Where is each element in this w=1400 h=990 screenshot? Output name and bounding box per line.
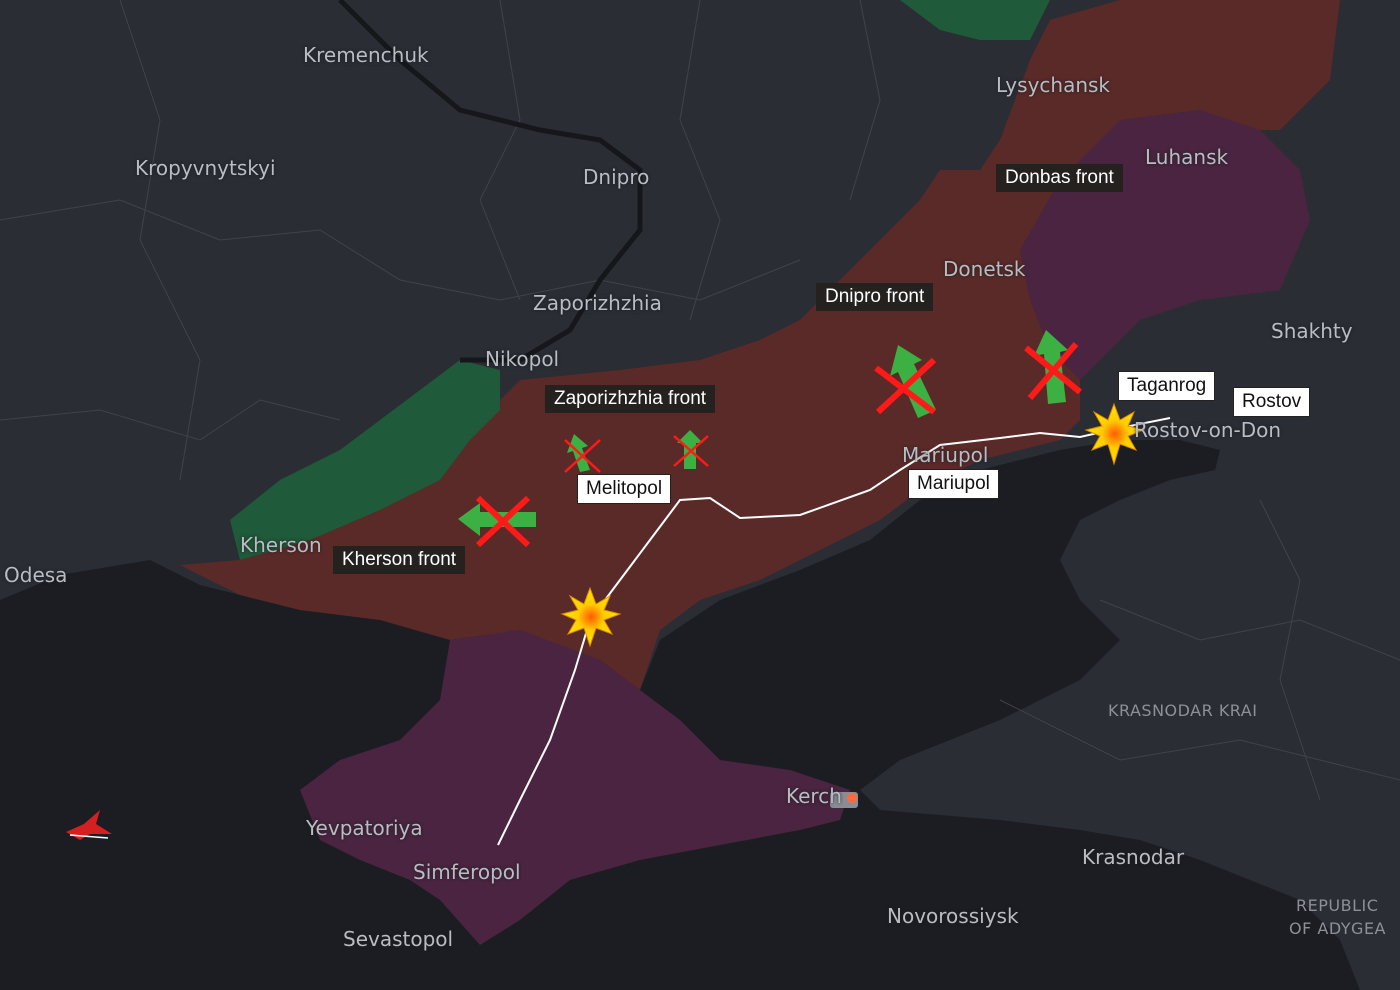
region-label-adygea-line2: OF ADYGEA	[1289, 919, 1386, 938]
city-label-simferopol: Simferopol	[413, 860, 521, 884]
tag-label-melitopol: Melitopol	[577, 474, 672, 504]
city-label-kerch: Kerch	[786, 784, 842, 808]
city-label-rostov-on-don: Rostov-on-Don	[1134, 418, 1282, 442]
front-label-donbas: Donbas front	[996, 164, 1123, 192]
front-label-kherson: Kherson front	[333, 546, 466, 574]
city-label-kremenchuk: Kremenchuk	[303, 43, 429, 67]
city-label-novorossiysk: Novorossiysk	[887, 904, 1019, 928]
city-label-nikopol: Nikopol	[485, 347, 560, 371]
city-label-shakhty: Shakhty	[1271, 319, 1353, 343]
city-label-kropyvnytskyi: Kropyvnytskyi	[135, 156, 276, 180]
front-label-zaporizhzhia: Zaporizhzhia front	[545, 385, 716, 413]
front-label-dnipro: Dnipro front	[816, 283, 934, 311]
city-label-kherson: Kherson	[240, 533, 322, 557]
bird-logo-icon	[66, 810, 112, 840]
tag-label-taganrog: Taganrog	[1118, 371, 1216, 401]
city-label-donetsk: Donetsk	[943, 257, 1026, 281]
city-label-zaporizhzhia: Zaporizhzhia	[533, 291, 662, 315]
city-label-krasnodar: Krasnodar	[1082, 845, 1185, 869]
tag-label-rostov: Rostov	[1233, 387, 1311, 417]
map-canvas[interactable]: Kremenchuk Kropyvnytskyi Dnipro Lysychan…	[0, 0, 1400, 990]
city-label-dnipro: Dnipro	[583, 165, 650, 189]
city-label-lysychansk: Lysychansk	[996, 73, 1111, 97]
city-label-yevpatoriya: Yevpatoriya	[306, 816, 423, 840]
city-label-sevastopol: Sevastopol	[343, 927, 454, 951]
city-label-odesa: Odesa	[4, 563, 68, 587]
region-label-krasnodar-krai: KRASNODAR KRAI	[1108, 701, 1258, 720]
region-label-adygea-line1: REPUBLIC	[1296, 896, 1379, 915]
city-label-luhansk: Luhansk	[1145, 145, 1229, 169]
city-label-mariupol: Mariupol	[902, 443, 989, 467]
tag-label-mariupol: Mariupol	[908, 469, 999, 499]
